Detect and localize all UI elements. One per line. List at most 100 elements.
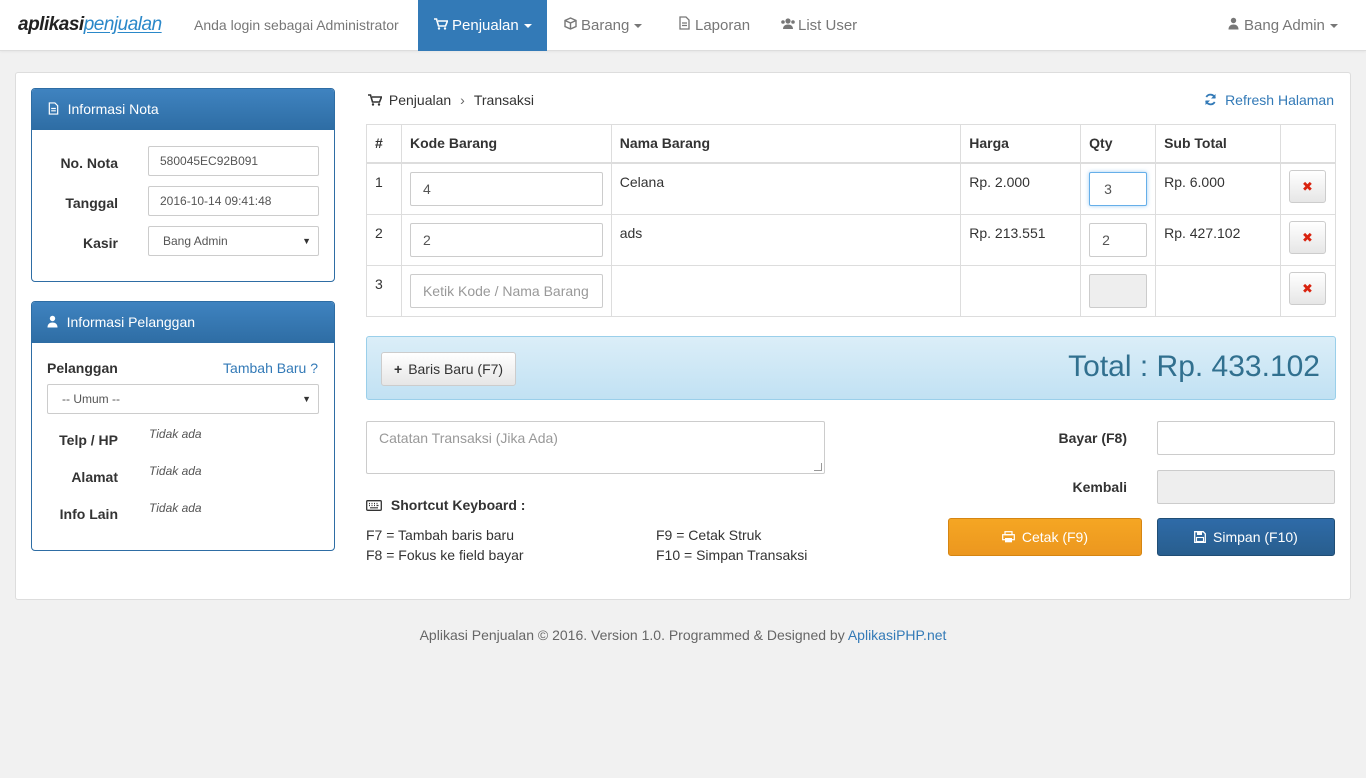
tanggal-label: Tanggal — [65, 195, 118, 211]
no-nota-field[interactable]: 580045EC92B091 — [148, 146, 319, 176]
telp-value: Tidak ada — [149, 427, 202, 441]
bayar-input[interactable] — [1157, 421, 1335, 455]
kode-cell: Ketik Kode / Nama Barang — [400, 264, 612, 317]
shortcut-f7: F7 = Tambah baris baru — [366, 527, 514, 543]
transaction-table: # Kode Barang Nama Barang Harga Qty Sub … — [366, 124, 1337, 317]
cart-icon — [368, 92, 389, 108]
kode-input[interactable]: Ketik Kode / Nama Barang — [409, 273, 603, 308]
breadcrumb-separator: › — [460, 92, 465, 108]
users-icon — [780, 0, 795, 51]
info-lain-label: Info Lain — [59, 506, 118, 522]
info-lain-value: Tidak ada — [149, 501, 202, 515]
col-header-subtotal: Sub Total — [1155, 124, 1281, 164]
nota-panel-header: Informasi Nota — [32, 89, 334, 130]
user-icon — [1226, 0, 1240, 51]
tambah-baru-link[interactable]: Tambah Baru ? — [223, 360, 318, 376]
nav-laporan-label: Laporan — [695, 17, 751, 34]
harga-cell: Rp. 2.000 — [960, 162, 1082, 215]
nav-laporan[interactable]: Laporan — [661, 0, 766, 51]
refresh-label: Refresh Halaman — [1225, 92, 1334, 108]
nav-barang[interactable]: Barang — [547, 0, 658, 51]
kode-input[interactable]: 2 — [409, 222, 603, 257]
navbar: aplikasipenjualan Anda login sebagai Adm… — [0, 0, 1366, 51]
table-header-row: # Kode Barang Nama Barang Harga Qty Sub … — [366, 124, 1337, 164]
footer-text: Aplikasi Penjualan © 2016. Version 1.0. … — [419, 627, 848, 643]
footer: Aplikasi Penjualan © 2016. Version 1.0. … — [0, 627, 1366, 643]
col-header-action — [1279, 124, 1337, 164]
qty-input[interactable]: 2 — [1089, 222, 1148, 257]
brand-part1: aplikasi — [18, 14, 84, 35]
nav-penjualan[interactable]: Penjualan — [418, 0, 547, 51]
chevron-down-icon — [634, 24, 643, 29]
pelanggan-label: Pelanggan — [47, 360, 118, 376]
user-icon — [47, 315, 62, 330]
refresh-icon — [1204, 92, 1225, 108]
qty-input[interactable] — [1089, 273, 1148, 308]
kode-cell: 2 — [400, 213, 612, 266]
telp-label: Telp / HP — [59, 432, 118, 448]
subtotal-cell: Rp. 6.000 — [1155, 162, 1281, 215]
harga-cell: Rp. 213.551 — [960, 213, 1082, 266]
qty-cell: 3 — [1080, 162, 1157, 215]
resize-handle-icon[interactable] — [814, 463, 822, 471]
pelanggan-select[interactable]: -- Umum -- ▼ — [47, 384, 319, 414]
row-number: 2 — [366, 213, 402, 266]
shortcut-title-text: Shortcut Keyboard : — [390, 497, 526, 513]
col-header-no: # — [366, 124, 402, 164]
col-header-kode: Kode Barang — [400, 124, 612, 164]
cetak-button[interactable]: Cetak (F9) — [948, 518, 1142, 556]
pelanggan-panel: Informasi Pelanggan Pelanggan Tambah Bar… — [31, 301, 335, 551]
catatan-textarea[interactable]: Catatan Transaksi (Jika Ada) — [366, 421, 825, 474]
qty-input[interactable]: 3 — [1089, 172, 1148, 206]
action-cell: ✖ — [1279, 264, 1337, 317]
delete-row-button[interactable]: ✖ — [1288, 220, 1326, 254]
file-icon — [48, 102, 63, 117]
chevron-down-icon — [523, 24, 532, 29]
row-number: 3 — [366, 264, 402, 317]
bayar-label: Bayar (F8) — [1058, 430, 1127, 446]
file-icon — [677, 0, 691, 51]
brand-logo[interactable]: aplikasipenjualan — [18, 14, 162, 36]
simpan-button[interactable]: Simpan (F10) — [1157, 518, 1335, 556]
breadcrumb-penjualan[interactable]: Penjualan — [389, 92, 451, 108]
user-menu[interactable]: Bang Admin — [1210, 0, 1354, 51]
kode-cell: 4 — [400, 162, 612, 215]
login-status-text: Anda login sebagai Administrator — [194, 17, 399, 33]
kasir-select[interactable]: Bang Admin ▼ — [148, 226, 319, 256]
shortcut-f9: F9 = Cetak Struk — [656, 527, 762, 543]
table-row: 1 4 Celana Rp. 2.000 3 Rp. 6.000 ✖ — [366, 162, 1337, 215]
col-header-qty: Qty — [1080, 124, 1157, 164]
nav-penjualan-label: Penjualan — [452, 17, 519, 34]
alamat-value: Tidak ada — [149, 464, 202, 478]
pelanggan-panel-title: Informasi Pelanggan — [66, 314, 196, 330]
delete-row-button[interactable]: ✖ — [1288, 170, 1326, 203]
no-nota-label: No. Nota — [60, 155, 118, 171]
kembali-field[interactable] — [1157, 470, 1335, 504]
total-amount: Total : Rp. 433.102 — [1068, 350, 1320, 383]
nav-barang-label: Barang — [581, 17, 630, 34]
shortcut-f8: F8 = Fokus ke field bayar — [366, 547, 524, 563]
nav-list-user-label: List User — [798, 17, 858, 34]
action-cell: ✖ — [1279, 213, 1337, 266]
shortcut-title: Shortcut Keyboard : — [366, 497, 525, 513]
nama-cell: Celana — [610, 162, 962, 215]
catatan-placeholder: Catatan Transaksi (Jika Ada) — [379, 430, 558, 446]
shortcut-f10: F10 = Simpan Transaksi — [656, 547, 808, 563]
print-icon — [1002, 529, 1022, 545]
cube-icon — [563, 0, 577, 51]
refresh-link[interactable]: Refresh Halaman — [1204, 92, 1334, 108]
footer-link[interactable]: AplikasiPHP.net — [848, 627, 947, 643]
save-icon — [1194, 529, 1213, 545]
delete-row-button[interactable]: ✖ — [1288, 271, 1326, 305]
baris-baru-button[interactable]: + Baris Baru (F7) — [381, 352, 517, 386]
kasir-label: Kasir — [82, 235, 118, 251]
breadcrumb-transaksi: Transaksi — [473, 92, 535, 108]
subtotal-cell — [1155, 264, 1281, 317]
kode-input[interactable]: 4 — [409, 172, 603, 206]
tanggal-field[interactable]: 2016-10-14 09:41:48 — [148, 186, 319, 216]
select-arrow-icon: ▼ — [302, 236, 311, 246]
subtotal-cell: Rp. 427.102 — [1155, 213, 1281, 266]
total-bar: + Baris Baru (F7) Total : Rp. 433.102 — [366, 336, 1336, 400]
nama-cell — [610, 264, 962, 317]
nav-list-user[interactable]: List User — [764, 0, 873, 51]
